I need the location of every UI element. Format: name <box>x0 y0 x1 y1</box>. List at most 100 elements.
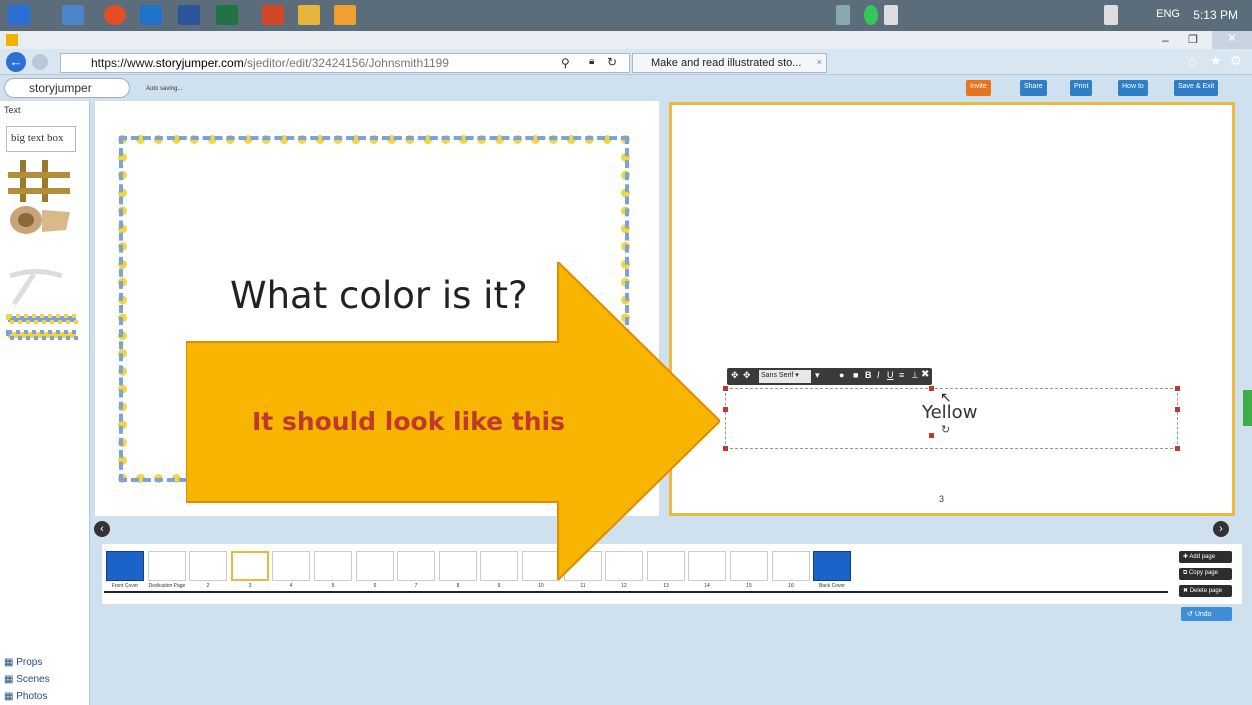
page-thumbnail-label: 13 <box>663 583 669 589</box>
wifi-icon[interactable] <box>1104 5 1118 25</box>
undo-button[interactable]: ↺ Undo <box>1181 607 1232 621</box>
add-page-button[interactable]: ✚ Add page <box>1179 551 1232 563</box>
page-thumbnail-label: 6 <box>373 583 377 589</box>
star-border-prop[interactable] <box>6 312 78 344</box>
resize-handle[interactable] <box>723 386 728 391</box>
layer-icon[interactable]: ⊥ <box>911 370 919 381</box>
resize-handle[interactable] <box>723 446 728 451</box>
page-thumbnail-label: 9 <box>497 583 501 589</box>
close-icon[interactable]: ✕ <box>1212 31 1252 49</box>
volume-icon[interactable] <box>884 5 898 25</box>
resize-handle[interactable] <box>929 386 934 391</box>
props-tab[interactable]: ▦ Props <box>4 657 42 668</box>
text-section-label[interactable]: Text <box>4 105 21 115</box>
storyjumper-logo[interactable]: storyjumper <box>4 78 130 98</box>
excel-icon[interactable] <box>216 5 238 25</box>
big-text-box-item[interactable]: big text box <box>6 126 76 152</box>
resize-handle[interactable] <box>1175 407 1180 412</box>
resize-handle[interactable] <box>929 433 934 438</box>
forward-icon[interactable] <box>32 54 48 70</box>
bold-icon[interactable]: B <box>865 370 872 380</box>
font-size-icon[interactable]: ▾ <box>815 370 820 381</box>
page-thumbnail-label: Front Cover <box>111 583 139 589</box>
how-to-button[interactable]: How to <box>1118 80 1148 96</box>
italic-icon[interactable]: I <box>877 370 880 380</box>
favorites-star-icon[interactable]: ★ <box>1210 53 1222 69</box>
page-thumbnail-label: 16 <box>788 583 794 589</box>
language-indicator[interactable]: ENG <box>1156 8 1180 20</box>
url-path: /sjeditor/edit/32424156/Johnsmith1199 <box>243 56 449 70</box>
delete-page-button[interactable]: ✖ Delete page <box>1179 585 1232 597</box>
bamboo-scroll-prop[interactable] <box>6 160 76 236</box>
help-tab[interactable] <box>1243 390 1252 426</box>
app-icon <box>6 34 18 46</box>
ie-icon[interactable] <box>140 5 162 25</box>
keyboard-icon[interactable] <box>836 5 850 25</box>
chrome-icon[interactable] <box>104 5 126 25</box>
page-thumbnail[interactable] <box>772 551 810 581</box>
page-thumbnail[interactable] <box>148 551 186 581</box>
right-page[interactable] <box>669 102 1235 516</box>
logo-text: storyjumper <box>29 81 92 95</box>
resize-handle[interactable] <box>1175 446 1180 451</box>
resize-handle[interactable] <box>723 407 728 412</box>
font-family-select[interactable]: Sans Serif ▾ <box>759 370 811 383</box>
url-domain: storyjumper.com <box>155 56 244 70</box>
back-icon[interactable]: ← <box>6 52 26 72</box>
home-icon[interactable]: ⌂ <box>1188 53 1197 70</box>
delete-text-icon[interactable]: ✖ <box>921 369 929 380</box>
save-exit-button[interactable]: Save & Exit <box>1174 80 1219 96</box>
strip-divider <box>104 591 1168 593</box>
page-thumbnail-label: Back Cover <box>819 583 845 589</box>
background-color-icon[interactable]: ■ <box>853 370 858 380</box>
powerpoint-icon[interactable] <box>262 5 284 25</box>
page-thumbnail-label: 4 <box>289 583 293 589</box>
page-thumbnail-label: 2 <box>206 583 210 589</box>
invite-button[interactable]: Invite <box>966 80 991 96</box>
minimize-icon[interactable]: – <box>1162 33 1169 47</box>
media-icon[interactable] <box>334 5 356 25</box>
page-number: 3 <box>939 494 945 504</box>
autosave-status: Auto saving... <box>146 86 183 92</box>
browser-tab[interactable]: Make and read illustrated sto... × <box>632 53 827 73</box>
pen-stroke-prop[interactable] <box>6 268 66 308</box>
settings-gear-icon[interactable]: ⚙ <box>1230 53 1242 69</box>
previous-page-icon[interactable]: ‹ <box>94 521 110 537</box>
security-icon[interactable] <box>864 5 878 25</box>
browser-titlebar: – ❐ ✕ <box>0 31 1252 49</box>
windows-taskbar: ENG 5:13 PM <box>0 0 1252 31</box>
print-button[interactable]: Print <box>1070 80 1093 96</box>
rotate-icon[interactable]: ↻ <box>941 423 950 436</box>
refresh-icon[interactable]: ↻ <box>607 55 617 69</box>
restore-icon[interactable]: ❐ <box>1188 33 1198 46</box>
search-icon[interactable]: ⚲ <box>561 56 570 70</box>
move-icon[interactable]: ✥ <box>743 370 751 381</box>
lock-icon: 🔒︎ <box>589 56 595 67</box>
page-thumbnail-label: 11 <box>580 583 586 589</box>
task-view-icon[interactable] <box>62 5 84 25</box>
tab-close-icon[interactable]: × <box>817 57 822 67</box>
align-icon[interactable]: ≡ <box>899 370 904 380</box>
scenes-tab[interactable]: ▦ Scenes <box>4 674 50 685</box>
app-header <box>0 75 1252 101</box>
instruction-text: It should look like this <box>252 407 565 436</box>
page-thumbnail-label: 5 <box>331 583 335 589</box>
files-icon[interactable] <box>298 5 320 25</box>
mouse-cursor-icon: ↖ <box>940 389 952 405</box>
page-thumbnail[interactable] <box>730 551 768 581</box>
clock[interactable]: 5:13 PM <box>1193 8 1238 22</box>
underline-icon[interactable]: U <box>887 370 894 380</box>
next-page-icon[interactable]: › <box>1213 521 1229 537</box>
copy-page-button[interactable]: ⧉ Copy page <box>1179 568 1232 580</box>
photos-tab[interactable]: ▦ Photos <box>4 691 47 702</box>
resize-handle[interactable] <box>1175 386 1180 391</box>
page-thumbnail[interactable] <box>106 551 144 581</box>
share-button[interactable]: Share <box>1020 80 1047 96</box>
windows-logo-icon[interactable] <box>8 5 30 25</box>
page-thumbnail[interactable] <box>813 551 851 581</box>
tab-title: Make and read illustrated sto... <box>651 57 802 69</box>
color-icon[interactable]: ● <box>839 370 844 380</box>
move-up-icon[interactable]: ✥ <box>731 370 739 381</box>
url-input[interactable]: https://www.storyjumper.com/sjeditor/edi… <box>60 53 630 73</box>
word-icon[interactable] <box>178 5 200 25</box>
